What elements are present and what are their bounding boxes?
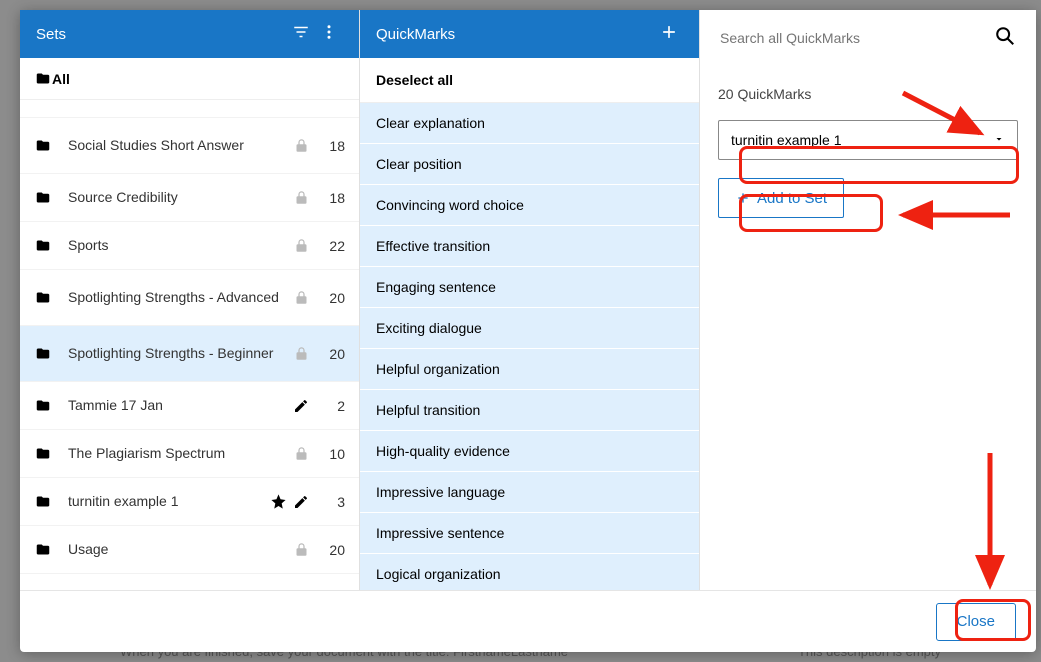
more-icon[interactable]	[315, 23, 343, 45]
set-name: Spotlighting Strengths - Beginner	[68, 345, 294, 363]
set-count: 20	[317, 290, 345, 306]
deselect-all[interactable]: Deselect all	[360, 58, 699, 103]
star-icon	[270, 493, 287, 510]
set-name: Short Answer	[68, 100, 294, 102]
add-quickmark-icon[interactable]	[655, 22, 683, 46]
set-count: 18	[317, 190, 345, 206]
set-count: 22	[317, 238, 345, 254]
target-set-select[interactable]: turnitin example 1	[718, 120, 1018, 160]
set-name: Sports	[68, 237, 294, 255]
lock-icon	[294, 237, 309, 254]
sets-row[interactable]: Sports 22	[20, 222, 359, 270]
folder-icon	[34, 190, 56, 205]
quickmarks-column: QuickMarks Deselect all Clear explanatio…	[360, 10, 700, 590]
all-label: All	[52, 71, 70, 87]
quickmark-item[interactable]: Helpful organization	[360, 349, 699, 390]
add-to-set-button[interactable]: Add to Set	[718, 178, 844, 218]
folder-icon	[34, 446, 56, 461]
sets-list[interactable]: Short Answer 16 Social Studies Short Answe…	[20, 100, 359, 590]
quickmark-item[interactable]: Exciting dialogue	[360, 308, 699, 349]
quickmark-item[interactable]: Logical organization	[360, 554, 699, 590]
set-count: 18	[317, 138, 345, 154]
right-column: 20 QuickMarks turnitin example 1 Add to …	[700, 10, 1036, 590]
folder-icon	[34, 238, 56, 253]
quickmark-item[interactable]: Clear position	[360, 144, 699, 185]
modal-footer: Close	[20, 590, 1036, 652]
sets-row[interactable]: Spotlighting Strengths - Advanced 20	[20, 270, 359, 326]
quickmark-item[interactable]: Convincing word choice	[360, 185, 699, 226]
lock-icon	[294, 289, 309, 306]
selected-set-label: turnitin example 1	[731, 132, 842, 148]
set-name: The Plagiarism Spectrum	[68, 445, 294, 463]
search-input[interactable]	[720, 30, 994, 46]
quickmark-item[interactable]: Impressive sentence	[360, 513, 699, 554]
quickmark-item[interactable]: Clear explanation	[360, 103, 699, 144]
lock-icon	[294, 137, 309, 154]
edit-icon[interactable]	[293, 494, 309, 510]
quickmarks-header: QuickMarks	[360, 10, 699, 58]
folder-icon	[34, 290, 56, 305]
chevron-down-icon	[993, 132, 1005, 148]
sets-title: Sets	[36, 26, 287, 43]
sets-row[interactable]: Source Credibility 18	[20, 174, 359, 222]
quickmark-item[interactable]: Effective transition	[360, 226, 699, 267]
search-header	[700, 10, 1036, 66]
sets-all-row[interactable]: All	[20, 58, 359, 100]
folder-icon	[34, 398, 56, 413]
set-count: 10	[317, 446, 345, 462]
folder-icon	[34, 542, 56, 557]
quickmark-item[interactable]: Engaging sentence	[360, 267, 699, 308]
quickmark-item[interactable]: Impressive language	[360, 472, 699, 513]
folder-icon	[34, 100, 56, 101]
close-button[interactable]: Close	[936, 603, 1016, 641]
set-count: 2	[317, 398, 345, 414]
set-name: Source Credibility	[68, 189, 294, 207]
lock-icon	[294, 541, 309, 558]
set-name: Tammie 17 Jan	[68, 397, 293, 415]
set-name: turnitin example 1	[68, 493, 270, 511]
sets-row[interactable]: Tammie 17 Jan 2	[20, 382, 359, 430]
quickmark-item[interactable]: Helpful transition	[360, 390, 699, 431]
lock-icon	[294, 100, 309, 102]
sets-row[interactable]: Short Answer 16	[20, 100, 359, 118]
sets-row[interactable]: Social Studies Short Answer 18	[20, 118, 359, 174]
lock-icon	[294, 445, 309, 462]
quickmarks-count: 20 QuickMarks	[718, 86, 1018, 102]
quickmarks-title: QuickMarks	[376, 26, 655, 43]
quickmarks-manager-modal: Sets All Short Answer 16 Social Studies Sh…	[20, 10, 1036, 652]
set-count: 20	[317, 542, 345, 558]
lock-icon	[294, 189, 309, 206]
quickmarks-list[interactable]: Clear explanationClear positionConvincin…	[360, 103, 699, 590]
folder-icon	[34, 346, 56, 361]
search-all-quickmarks[interactable]	[710, 19, 1026, 57]
set-name: Spotlighting Strengths - Advanced	[68, 289, 294, 307]
set-name: Usage	[68, 541, 294, 559]
edit-icon[interactable]	[293, 398, 309, 414]
folder-icon	[34, 71, 52, 86]
lock-icon	[294, 345, 309, 362]
filter-icon[interactable]	[287, 23, 315, 45]
sets-row[interactable]: Usage 20	[20, 526, 359, 574]
sets-row[interactable]: Spotlighting Strengths - Beginner 20	[20, 326, 359, 382]
add-to-set-label: Add to Set	[757, 190, 827, 207]
set-count: 3	[317, 494, 345, 510]
sets-header: Sets	[20, 10, 359, 58]
set-name: Social Studies Short Answer	[68, 137, 294, 155]
set-count: 16	[317, 100, 345, 102]
quickmark-item[interactable]: High-quality evidence	[360, 431, 699, 472]
search-icon[interactable]	[994, 25, 1016, 51]
sets-row[interactable]: Archived	[20, 574, 359, 590]
set-count: 20	[317, 346, 345, 362]
sets-row[interactable]: The Plagiarism Spectrum 10	[20, 430, 359, 478]
sets-row[interactable]: turnitin example 1 3	[20, 478, 359, 526]
sets-column: Sets All Short Answer 16 Social Studies Sh…	[20, 10, 360, 590]
folder-icon	[34, 138, 56, 153]
folder-icon	[34, 494, 56, 509]
